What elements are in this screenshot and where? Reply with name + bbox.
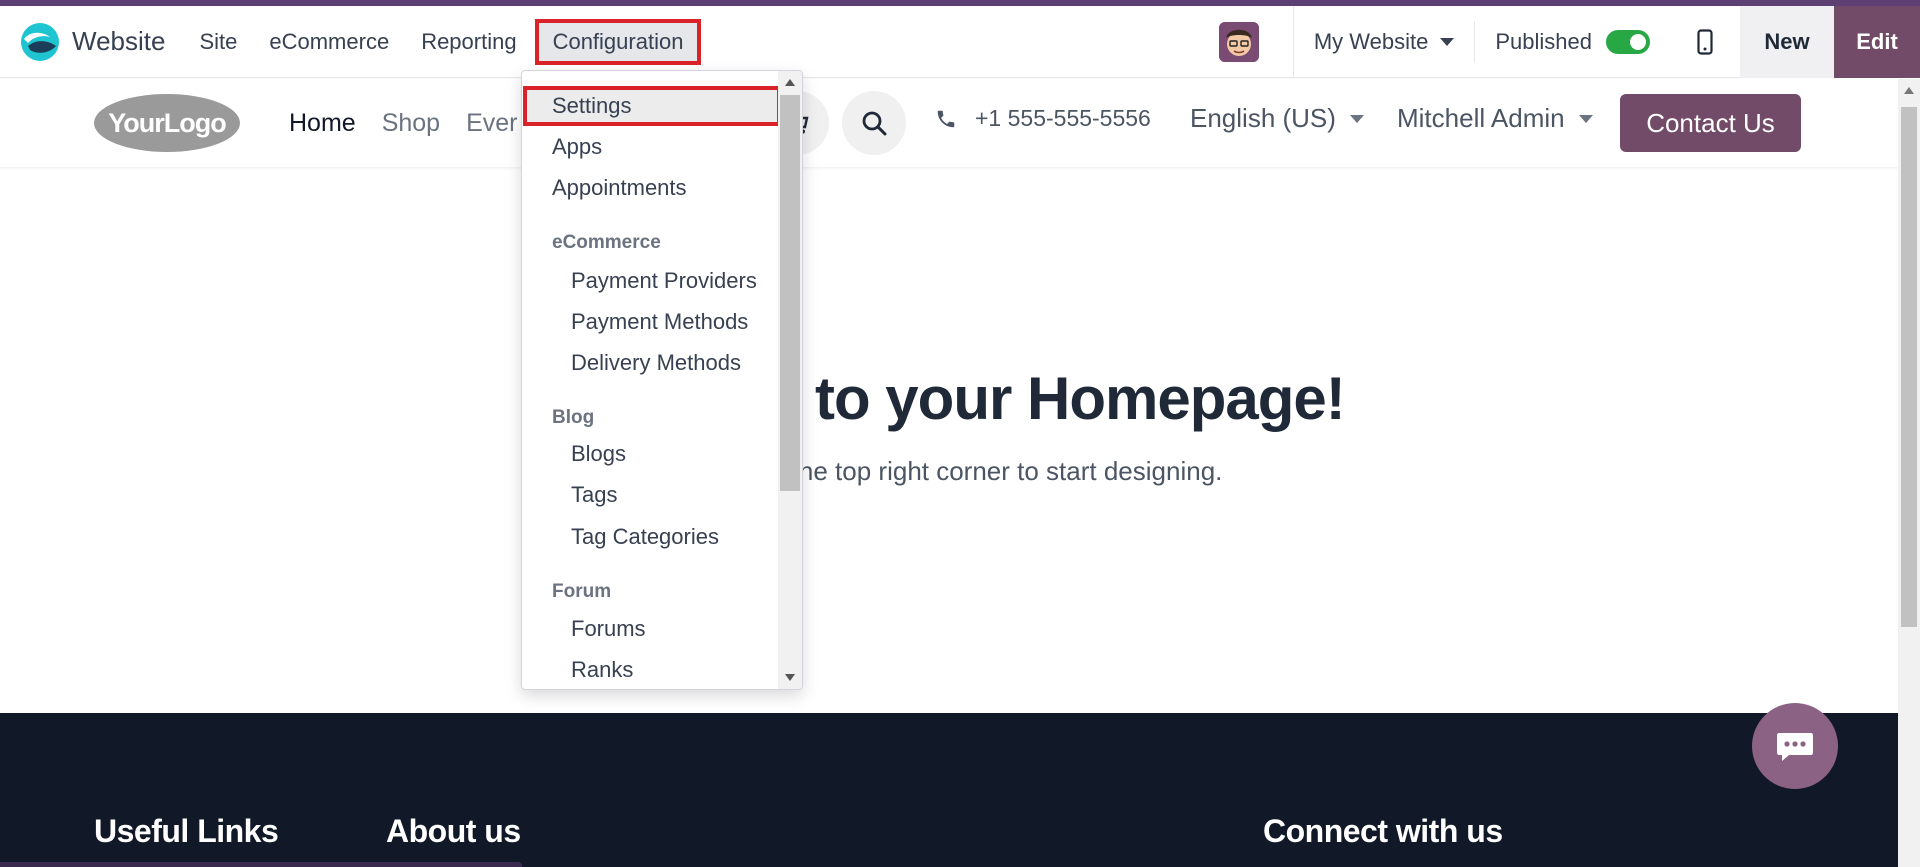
menu-item-payment-providers[interactable]: Payment Providers <box>571 268 757 294</box>
footer-bottom-bar <box>0 862 522 867</box>
site-nav: Home Shop Ever <box>289 101 543 145</box>
menu-item-settings[interactable]: Settings <box>523 86 781 126</box>
site-logo-text: YourLogo <box>108 108 226 138</box>
search-button[interactable] <box>842 91 906 155</box>
menu-configuration[interactable]: Configuration <box>534 18 702 65</box>
menu-ecommerce[interactable]: eCommerce <box>253 21 405 63</box>
menu-section-forum: Forum <box>552 581 612 602</box>
language-selector[interactable]: English (US) <box>1190 103 1364 134</box>
website-selector[interactable]: My Website <box>1294 29 1475 55</box>
odoo-website-app-icon <box>21 22 59 61</box>
scroll-up-arrow-icon[interactable] <box>1904 87 1914 94</box>
site-footer: Useful Links About us Connect with us <box>0 713 1898 867</box>
menu-item-ranks[interactable]: Ranks <box>571 657 633 683</box>
contact-us-button[interactable]: Contact Us <box>1620 94 1801 152</box>
dropdown-scroll-thumb[interactable] <box>780 95 800 491</box>
chevron-down-icon <box>1578 114 1593 123</box>
menu-site[interactable]: Site <box>183 21 253 63</box>
site-phone[interactable]: +1 555-555-5556 <box>935 105 1151 132</box>
odoo-navbar: Website Site eCommerce Reporting Configu… <box>0 6 1920 78</box>
navbar-right: My Website Published New Edit <box>1218 6 1920 78</box>
configuration-dropdown: Settings Apps Appointments eCommerce Pay… <box>521 70 803 690</box>
website-preview: YourLogo Home Shop Ever +1 555-555-5556 <box>0 79 1898 867</box>
dropdown-scrollbar[interactable] <box>778 71 802 689</box>
avatar-face-icon <box>1218 22 1259 62</box>
menu-item-tags[interactable]: Tags <box>571 482 617 508</box>
phone-icon <box>937 110 955 127</box>
app-name: Website <box>72 26 166 56</box>
site-header: YourLogo Home Shop Ever +1 555-555-5556 <box>0 79 1898 167</box>
site-nav-shop[interactable]: Shop <box>382 101 440 145</box>
hero-title: to your Homepage! <box>815 364 1346 433</box>
chevron-down-icon <box>1349 114 1364 123</box>
menu-item-blogs[interactable]: Blogs <box>571 441 626 467</box>
published-control: Published <box>1475 29 1670 55</box>
menu-section-ecommerce: eCommerce <box>552 232 661 253</box>
site-user-menu[interactable]: Mitchell Admin <box>1397 103 1593 134</box>
site-nav-home[interactable]: Home <box>289 101 356 145</box>
menu-section-blog: Blog <box>552 407 595 428</box>
menu-item-forums[interactable]: Forums <box>571 616 646 642</box>
new-button[interactable]: New <box>1740 6 1834 78</box>
published-label: Published <box>1495 29 1592 54</box>
chevron-down-icon <box>1440 38 1455 46</box>
site-phone-number: +1 555-555-5556 <box>975 105 1151 131</box>
page-scrollbar[interactable] <box>1898 79 1920 867</box>
main-menu: Site eCommerce Reporting Configuration <box>183 18 702 65</box>
hero-subtitle: n the top right corner to start designin… <box>770 456 1223 486</box>
edit-button[interactable]: Edit <box>1834 6 1920 78</box>
search-icon <box>862 111 887 136</box>
site-nav-events[interactable]: Ever <box>466 101 517 145</box>
hero-title-part2: Homepage! <box>1027 365 1346 432</box>
menu-item-apps[interactable]: Apps <box>552 134 602 160</box>
site-logo[interactable]: YourLogo <box>92 92 242 154</box>
scroll-down-arrow-icon[interactable] <box>785 674 795 681</box>
chat-button[interactable] <box>1752 703 1838 789</box>
menu-reporting[interactable]: Reporting <box>405 21 532 63</box>
chat-bubble-icon <box>1777 733 1813 761</box>
page-scroll-thumb[interactable] <box>1901 107 1917 627</box>
app-brand[interactable]: Website <box>20 22 165 62</box>
footer-heading-about-us: About us <box>386 813 521 849</box>
footer-heading-connect: Connect with us <box>1263 813 1503 849</box>
site-user-name: Mitchell Admin <box>1397 103 1565 133</box>
footer-heading-useful-links: Useful Links <box>94 813 279 849</box>
mobile-preview-button[interactable] <box>1670 6 1740 78</box>
menu-item-delivery-methods[interactable]: Delivery Methods <box>571 350 741 376</box>
scroll-up-arrow-icon[interactable] <box>785 79 795 86</box>
menu-item-payment-methods[interactable]: Payment Methods <box>571 309 748 335</box>
published-toggle[interactable] <box>1606 30 1650 54</box>
mobile-phone-icon <box>1697 29 1713 55</box>
website-selector-label: My Website <box>1313 29 1429 54</box>
menu-item-tag-categories[interactable]: Tag Categories <box>571 524 719 550</box>
user-avatar-icon[interactable] <box>1218 22 1259 62</box>
menu-item-appointments[interactable]: Appointments <box>552 175 687 201</box>
hero-title-part1: to your <box>815 365 1012 432</box>
language-label: English (US) <box>1190 103 1336 133</box>
